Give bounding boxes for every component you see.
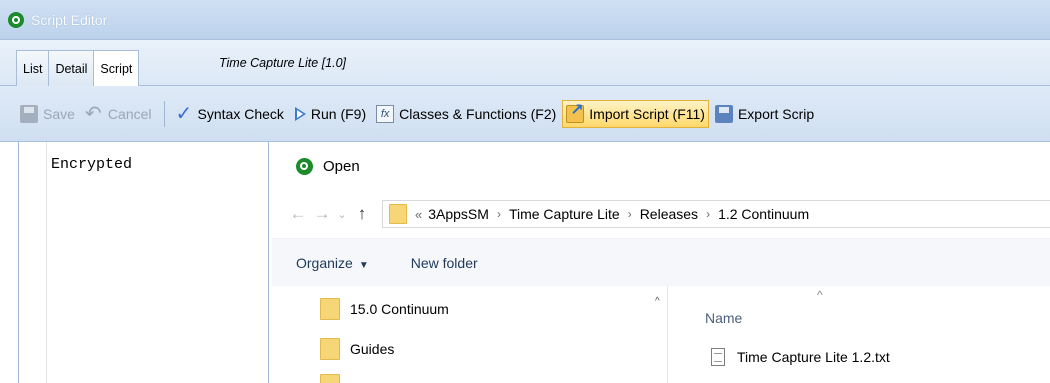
dropdown-caret-icon: ▼ [358, 259, 369, 271]
app-eye-icon [8, 11, 24, 28]
organize-menu-button[interactable]: Organize ▼ [296, 255, 369, 271]
save-icon [20, 104, 38, 123]
text-file-icon [711, 348, 725, 366]
line-gutter [19, 142, 47, 383]
tab-script[interactable]: Script [93, 50, 140, 87]
address-bar[interactable]: « 3AppsSM › Time Capture Lite › Releases… [382, 200, 1050, 228]
dialog-command-bar: Organize ▼ New folder [272, 238, 1050, 286]
syntax-check-button[interactable]: Syntax Check [171, 100, 288, 128]
open-file-dialog: Open ← → ⌄ ↑ « 3AppsSM › Time Capture Li… [272, 142, 1050, 383]
file-list: ^ Name Time Capture Lite 1.2.txt [669, 286, 1050, 383]
breadcrumb-separator-icon[interactable]: › [706, 207, 710, 221]
import-script-label: Import Script (F11) [589, 105, 705, 122]
tab-detail[interactable]: Detail [48, 50, 95, 86]
cancel-label: Cancel [107, 105, 152, 122]
up-folder-arrow-icon[interactable]: ↑ [350, 204, 374, 224]
file-list-item[interactable]: Time Capture Lite 1.2.txt [711, 348, 890, 366]
breadcrumb-item[interactable]: Time Capture Lite [509, 206, 620, 222]
cancel-button[interactable]: Cancel [81, 100, 156, 128]
undo-icon [85, 101, 103, 126]
tree-item[interactable]: 15.0 Continuum [320, 298, 449, 320]
app-eye-icon [296, 157, 313, 175]
classes-functions-button[interactable]: fx Classes & Functions (F2) [372, 100, 560, 128]
folder-icon [320, 338, 340, 360]
breadcrumb-overflow[interactable]: « [415, 207, 422, 222]
script-toolbar: Save Cancel Syntax Check Run (F9) fx Cla… [0, 86, 1050, 142]
toolbar-separator [163, 100, 165, 127]
dialog-title: Open [323, 157, 360, 175]
document-title: Time Capture Lite [1.0] [219, 56, 347, 70]
scroll-up-arrow-icon[interactable]: ^ [655, 296, 660, 307]
window-title: Script Editor [31, 11, 108, 28]
column-header-name[interactable]: Name [705, 310, 742, 326]
folder-icon [389, 204, 407, 224]
tree-item-partial[interactable] [320, 374, 350, 383]
syntax-check-label: Syntax Check [197, 105, 284, 122]
run-button[interactable]: Run (F9) [290, 100, 370, 128]
folder-icon [320, 298, 340, 320]
save-label: Save [43, 105, 75, 122]
forward-arrow-icon[interactable]: → [310, 204, 334, 224]
folder-icon [320, 374, 340, 383]
navigation-pane: 15.0 Continuum Guides ^ [272, 286, 668, 383]
file-name: Time Capture Lite 1.2.txt [737, 349, 890, 365]
breadcrumb-separator-icon[interactable]: › [497, 207, 501, 221]
tab-strip: List Detail Script Time Capture Lite [1.… [0, 40, 1050, 87]
tree-item-label: Guides [350, 341, 395, 357]
sort-ascending-icon: ^ [817, 288, 823, 302]
script-content: Encrypted [51, 156, 133, 173]
checkmark-icon [175, 101, 193, 126]
window-titlebar: Script Editor [0, 0, 1050, 40]
export-save-icon [714, 104, 733, 123]
breadcrumb-item[interactable]: 3AppsSM [428, 206, 489, 222]
organize-label: Organize [296, 254, 353, 271]
import-script-button[interactable]: Import Script (F11) [562, 99, 709, 128]
tree-item[interactable]: Guides [320, 338, 394, 360]
export-script-label: Export Scrip [737, 105, 815, 122]
new-folder-button[interactable]: New folder [411, 255, 478, 271]
tree-item-label: 15.0 Continuum [350, 301, 449, 317]
function-fx-icon: fx [376, 104, 395, 123]
play-icon [294, 105, 306, 123]
folder-open-icon [566, 100, 585, 123]
save-button[interactable]: Save [16, 100, 79, 128]
breadcrumb-item[interactable]: Releases [640, 206, 698, 222]
run-label: Run (F9) [310, 105, 367, 122]
tab-list[interactable]: List [16, 50, 50, 86]
dialog-titlebar: Open [272, 142, 1050, 190]
breadcrumb-separator-icon[interactable]: › [628, 207, 632, 221]
classes-functions-label: Classes & Functions (F2) [399, 105, 557, 122]
breadcrumb-item[interactable]: 1.2 Continuum [718, 206, 809, 222]
export-script-button[interactable]: Export Scrip [711, 100, 818, 128]
back-arrow-icon[interactable]: ← [286, 204, 310, 224]
recent-locations-chevron-icon[interactable]: ⌄ [334, 208, 350, 221]
navigation-bar: ← → ⌄ ↑ « 3AppsSM › Time Capture Lite › … [272, 190, 1050, 238]
script-text-area[interactable]: Encrypted [18, 142, 269, 383]
